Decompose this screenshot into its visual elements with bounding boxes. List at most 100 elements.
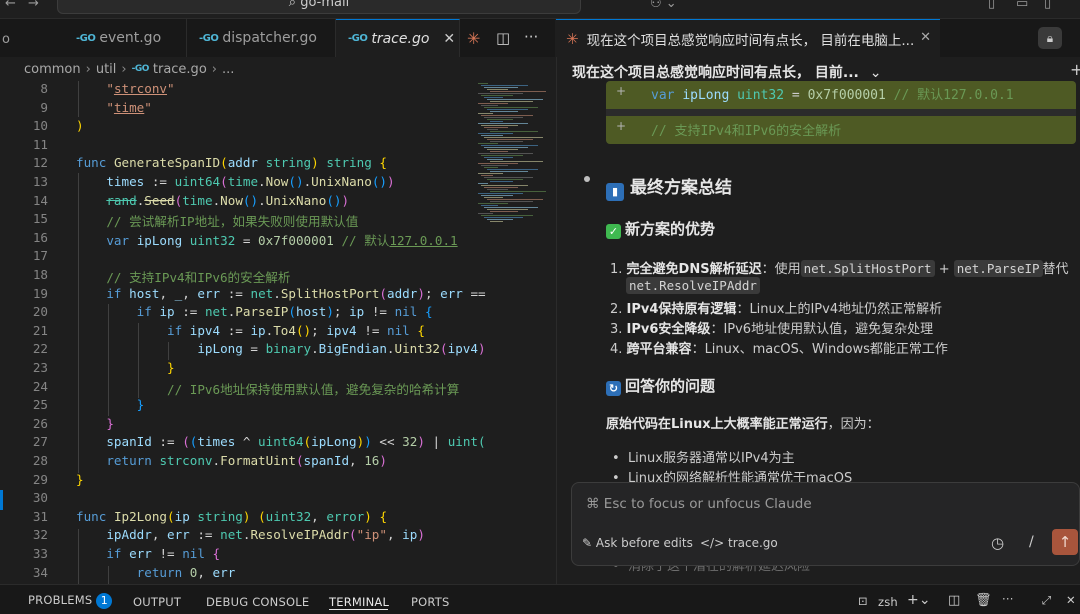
tab-debug-console[interactable]: DEBUG CONSOLE (206, 595, 309, 609)
minimap-line (484, 167, 498, 168)
line-number: 34 (32, 564, 48, 580)
tab-event-go[interactable]: -GO event.go (64, 19, 187, 57)
code-diff-block: + + var ipLong uint32 = 0x7f000001 // 默认… (606, 81, 1076, 144)
copilot-icon[interactable]: ⚇ ⌄ (650, 0, 677, 11)
history-icon[interactable]: ◷ (991, 534, 1004, 552)
editor-scrollbar[interactable] (546, 81, 555, 584)
code-line[interactable]: func Ip2Long(ip string) (uint32, error) … (76, 509, 387, 524)
code-line[interactable]: spanId := ((times ^ uint64(ipLong)) << 3… (76, 434, 485, 449)
breadcrumb-symbol[interactable]: ... (222, 62, 234, 77)
lock-icon[interactable]: 🔒︎ (1038, 27, 1062, 49)
sidebar-toggle-icon[interactable]: ▯ (1044, 0, 1051, 11)
new-chat-icon[interactable]: + (1070, 60, 1080, 79)
minimap-line (481, 165, 508, 166)
maximize-panel-icon[interactable]: ⤢ (1042, 593, 1051, 608)
code-line[interactable]: // 尝试解析IP地址，如果失败则使用默认值 (76, 211, 358, 230)
tab-trace-go[interactable]: -GO trace.go ✕ (336, 19, 460, 57)
minimap-line (484, 87, 518, 88)
close-icon[interactable]: ✕ (443, 31, 455, 47)
tab-dispatcher-go[interactable]: -GO dispatcher.go (187, 19, 336, 57)
slash-command-button[interactable]: / (1029, 534, 1034, 550)
command-center-search[interactable]: ⌕ go-mail (57, 0, 581, 14)
tab-problems[interactable]: PROBLEMS 1 (28, 593, 113, 609)
close-icon[interactable]: ✕ (920, 30, 931, 45)
code-line[interactable]: ipAddr, err := net.ResolveIPAddr("ip", i… (76, 527, 425, 542)
line-number: 28 (32, 453, 48, 468)
minimap[interactable] (476, 81, 548, 584)
code-line[interactable]: if ip := net.ParseIP(host); ip != nil { (76, 304, 433, 319)
layout-icon[interactable]: ▯ (988, 0, 995, 11)
minimap-line (490, 141, 523, 142)
code-line[interactable]: times := uint64(time.Now().UnixNano()) (76, 174, 394, 189)
problems-count-badge: 1 (96, 593, 113, 609)
code-line[interactable]: rand.Seed(time.Now().UnixNano()) (76, 193, 349, 208)
code-line[interactable]: } (76, 360, 175, 375)
breadcrumb-file[interactable]: trace.go (153, 62, 207, 77)
file-context-chip[interactable]: </> trace.go (700, 536, 778, 550)
line-number: 8 (40, 81, 48, 96)
code-editor[interactable]: 8 "strconv" 9 "time" 10) 11 12 func GenerateS… (0, 81, 555, 584)
minimap-line (490, 131, 538, 132)
minimap-line (490, 91, 548, 92)
trash-icon[interactable]: 🗑︎ (975, 593, 992, 608)
tab-overflow[interactable]: o (2, 32, 10, 47)
minimap-line (490, 181, 513, 182)
send-button[interactable]: ↑ (1052, 529, 1078, 555)
more-actions-icon[interactable]: ··· (1002, 592, 1014, 606)
minimap-line (481, 125, 518, 126)
code-line[interactable]: "strconv" (76, 81, 174, 96)
code-line[interactable]: return strconv.FormatUint(spanId, 16) (76, 453, 387, 468)
code-line[interactable]: // IPv6地址保持使用默认值，避免复杂的哈希计算 (76, 379, 459, 398)
minimap-line (487, 149, 518, 150)
prompt-input[interactable]: ⌘ Esc to focus or unfocus Claude ✎ Ask b… (571, 482, 1080, 566)
minimap-line (484, 127, 508, 128)
line-number: 24 (32, 378, 48, 394)
back-arrow-icon[interactable]: ← (5, 0, 16, 11)
line-number: 27 (32, 434, 48, 450)
code-line[interactable]: return 0, err (76, 565, 236, 580)
new-terminal-icon[interactable]: +⌄ (907, 592, 931, 608)
go-file-icon: -GO (199, 32, 219, 44)
code-line[interactable]: "time" (76, 100, 152, 115)
minimap-line (490, 121, 503, 122)
code-line[interactable]: // 支持IPv4和IPv6的安全解析 (76, 267, 290, 286)
split-terminal-icon[interactable]: ◫ (948, 593, 960, 608)
code-line[interactable]: if err != nil { (76, 546, 220, 561)
close-panel-icon[interactable]: ✕ (1066, 593, 1076, 607)
more-actions-icon[interactable]: ··· (524, 28, 538, 46)
breadcrumb-folder-util[interactable]: util (96, 62, 117, 77)
terminal-shell-label[interactable]: zsh (878, 595, 898, 609)
claude-icon[interactable]: ✳ (467, 29, 480, 48)
code-line[interactable]: var ipLong uint32 = 0x7f000001 // 默认127.… (76, 230, 457, 249)
line-number: 9 (40, 99, 48, 115)
code-line[interactable]: } (76, 397, 145, 412)
code-line[interactable]: } (76, 416, 114, 431)
ask-before-edits-button[interactable]: ✎ Ask before edits (582, 536, 693, 550)
code-line[interactable]: func GenerateSpanID(addr string) string … (76, 155, 387, 170)
line-number: 26 (32, 415, 48, 431)
split-editor-icon[interactable]: ◫ (496, 29, 510, 47)
code-line[interactable]: if ipv4 := ip.To4(); ipv4 != nil { (76, 323, 425, 338)
line-number: 11 (32, 136, 48, 152)
minimap-line (478, 153, 533, 154)
search-text: go-mail (300, 0, 350, 10)
tab-output[interactable]: OUTPUT (133, 595, 181, 609)
chat-header[interactable]: 现在这个项目总感觉响应时间有点长， 目前... ⌄ (572, 62, 881, 82)
forward-arrow-icon[interactable]: → (28, 0, 39, 11)
code-line[interactable]: ) (76, 118, 84, 133)
code-line[interactable]: ipLong = binary.BigEndian.Uint32(ipv4) (76, 341, 485, 356)
minimap-line (478, 203, 508, 204)
code-line[interactable]: if host, _, err := net.SplitHostPort(add… (76, 286, 485, 301)
tab-terminal[interactable]: TERMINAL (329, 595, 389, 609)
breadcrumb-folder-common[interactable]: common (24, 62, 81, 77)
line-number: 33 (32, 546, 48, 561)
code-line[interactable]: } (76, 472, 84, 487)
minimap-line (490, 101, 533, 102)
tab-ports[interactable]: PORTS (411, 595, 449, 609)
minimap-line (487, 129, 498, 130)
minimap-line (481, 195, 513, 196)
panel-toggle-icon[interactable]: ▭ (1016, 0, 1028, 11)
minimap-line (481, 175, 493, 176)
prompt-placeholder: ⌘ Esc to focus or unfocus Claude (586, 496, 812, 512)
chat-tab[interactable]: ✳ 现在这个项目总感觉响应时间有点长， 目前在电脑上... ✕ (556, 19, 940, 57)
